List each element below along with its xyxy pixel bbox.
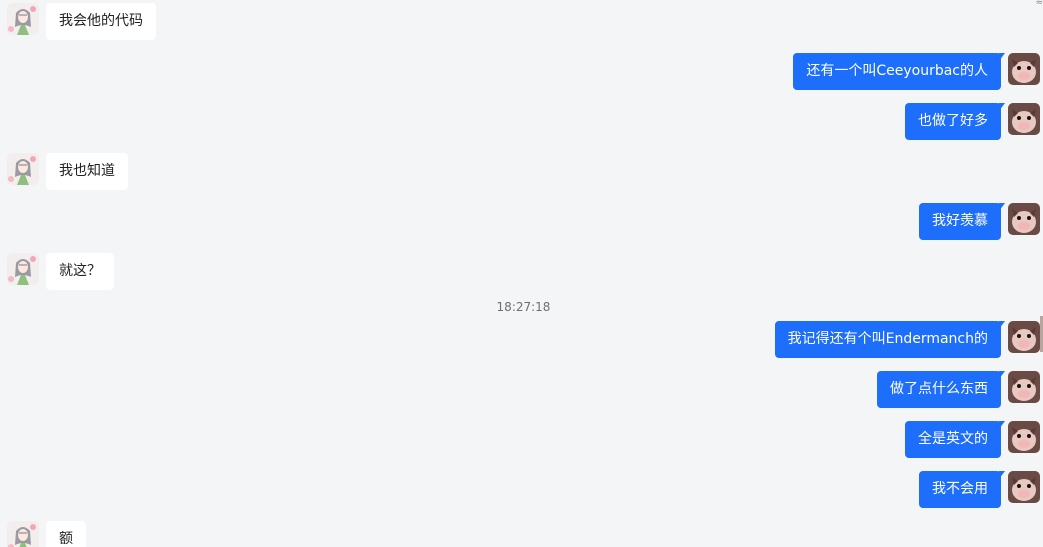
message-row-outgoing: 全是英文的 bbox=[0, 421, 1043, 461]
anime-girl-avatar[interactable] bbox=[7, 3, 39, 35]
message-bubble[interactable]: 就这？ bbox=[46, 253, 114, 290]
message-bubble[interactable]: 我记得还有个叫Endermanch的 bbox=[774, 321, 1006, 358]
anime-girl-avatar[interactable] bbox=[7, 521, 39, 547]
chat-message-list[interactable]: ≈ 我会他的代码 还有一个叫Ceeyourbac的人 也做了好多 我也知道 我好… bbox=[0, 0, 1043, 547]
message-row-outgoing: 我记得还有个叫Endermanch的 bbox=[0, 321, 1043, 361]
message-bubble[interactable]: 全是英文的 bbox=[905, 421, 1005, 458]
cat-avatar[interactable] bbox=[1008, 203, 1040, 235]
message-row-outgoing: 我不会用 bbox=[0, 471, 1043, 511]
message-bubble[interactable]: 做了点什么东西 bbox=[877, 371, 1005, 408]
cat-avatar[interactable] bbox=[1008, 371, 1040, 403]
cat-avatar[interactable] bbox=[1008, 471, 1040, 503]
cat-avatar[interactable] bbox=[1008, 53, 1040, 85]
message-bubble[interactable]: 我也知道 bbox=[46, 153, 128, 190]
message-row-incoming: 我会他的代码 bbox=[0, 3, 1043, 43]
message-bubble[interactable]: 额 bbox=[46, 521, 86, 547]
cat-avatar[interactable] bbox=[1008, 421, 1040, 453]
message-row-outgoing: 做了点什么东西 bbox=[0, 371, 1043, 411]
message-row-incoming: 额 bbox=[0, 521, 1043, 547]
message-row-outgoing: 也做了好多 bbox=[0, 103, 1043, 143]
message-bubble[interactable]: 还有一个叫Ceeyourbac的人 bbox=[793, 53, 1005, 90]
message-row-incoming: 我也知道 bbox=[0, 153, 1043, 193]
anime-girl-avatar[interactable] bbox=[7, 153, 39, 185]
cat-avatar[interactable] bbox=[1008, 103, 1040, 135]
cat-avatar[interactable] bbox=[1008, 321, 1040, 353]
message-row-incoming: 就这？ bbox=[0, 253, 1043, 293]
message-bubble[interactable]: 也做了好多 bbox=[905, 103, 1005, 140]
message-bubble[interactable]: 我好羡慕 bbox=[919, 203, 1005, 240]
anime-girl-avatar[interactable] bbox=[7, 253, 39, 285]
message-bubble[interactable]: 我不会用 bbox=[919, 471, 1005, 508]
message-row-outgoing: 我好羡慕 bbox=[0, 203, 1043, 243]
message-row-outgoing: 还有一个叫Ceeyourbac的人 bbox=[0, 53, 1043, 93]
message-bubble[interactable]: 我会他的代码 bbox=[46, 3, 156, 40]
message-timestamp: 18:27:18 bbox=[496, 300, 551, 314]
